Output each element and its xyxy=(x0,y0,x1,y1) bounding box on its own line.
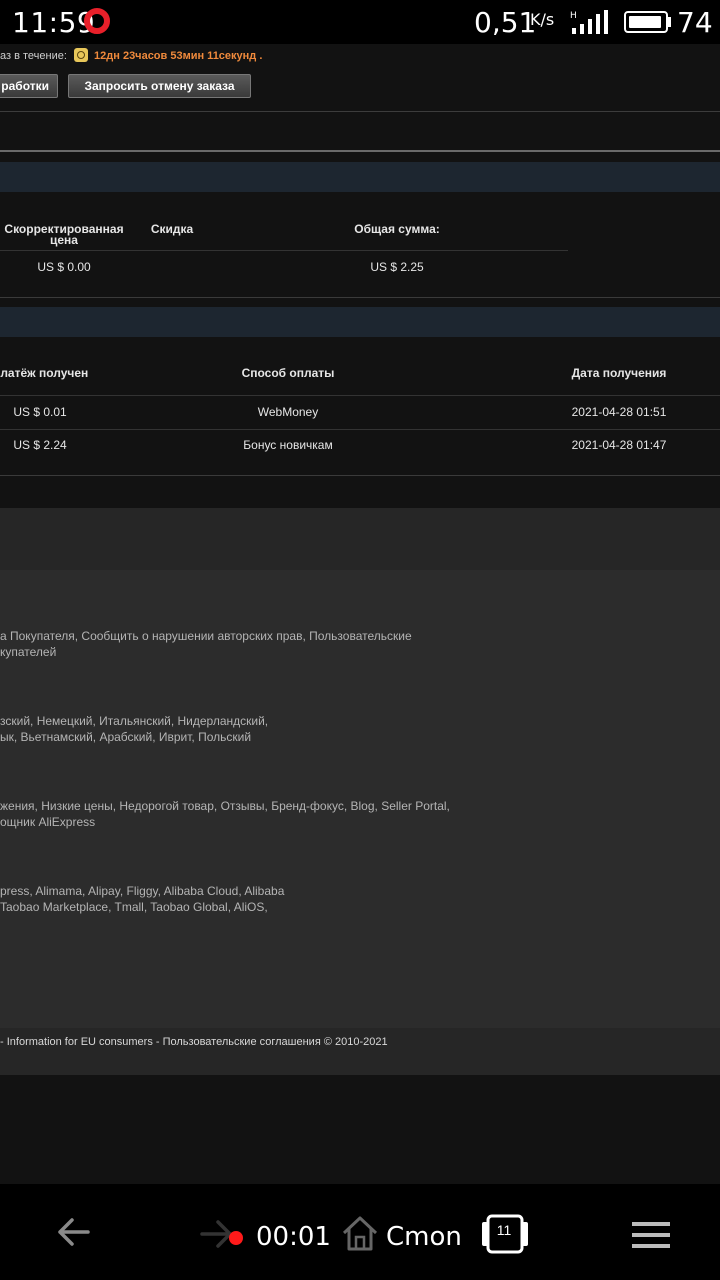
browser-nav-bar: 00:01 Cmon 11 xyxy=(0,1184,720,1280)
payment-date: 2021-04-28 01:51 xyxy=(571,405,667,419)
section-header-band xyxy=(0,162,720,192)
menu-icon[interactable] xyxy=(632,1220,670,1250)
footer-link-line[interactable]: ощник AliExpress xyxy=(0,814,450,830)
network-speed: 0,51 xyxy=(474,6,537,39)
footer-links-help[interactable]: а Покупателя, Сообщить о нарушении автор… xyxy=(0,628,412,660)
divider xyxy=(0,111,720,112)
footer-link-line[interactable]: press, Alimama, Alipay, Fliggy, Alibaba … xyxy=(0,883,284,899)
footer-link-line[interactable]: зский, Немецкий, Итальянский, Нидерландс… xyxy=(0,713,268,729)
divider xyxy=(0,297,720,298)
battery-tip xyxy=(668,17,671,27)
row-divider xyxy=(0,250,568,251)
opera-icon xyxy=(84,8,110,34)
total-value: US $ 2.25 xyxy=(370,260,424,274)
footer-top-band xyxy=(0,508,720,570)
countdown-timer: 12дн 23часов 53мин 11секунд xyxy=(94,50,257,62)
payment-amount: US $ 0.01 xyxy=(13,405,67,419)
footer-link-line[interactable]: жения, Низкие цены, Недорогой товар, Отз… xyxy=(0,798,450,814)
countdown-suffix: . xyxy=(259,50,263,62)
recording-timer: 00:01 xyxy=(256,1222,331,1252)
signal-icon: H xyxy=(570,10,608,34)
footer-link-line[interactable]: купателей xyxy=(0,644,412,660)
footer-links-alibaba-group[interactable]: press, Alimama, Alipay, Fliggy, Alibaba … xyxy=(0,883,284,915)
battery-icon xyxy=(624,11,668,33)
home-label[interactable]: Cmon xyxy=(386,1222,462,1252)
divider xyxy=(0,475,720,476)
payment-method: WebMoney xyxy=(257,405,319,419)
footer-link-line[interactable]: ык, Вьетнамский, Арабский, Иврит, Польск… xyxy=(0,729,268,745)
status-bar: 11:59 0,51 K/s H 74 xyxy=(0,0,720,44)
order-deadline: аз в течение: 12дн 23часов 53мин 11секун… xyxy=(0,48,262,62)
divider xyxy=(0,150,720,152)
row-divider xyxy=(0,429,720,430)
payment-date: 2021-04-28 01:47 xyxy=(571,438,667,452)
forward-record-icon[interactable] xyxy=(200,1214,248,1254)
tabs-count[interactable]: 11 xyxy=(489,1222,519,1238)
header-payment-received: Платёж получен xyxy=(0,366,89,380)
request-cancel-button[interactable]: Запросить отмену заказа xyxy=(68,74,251,98)
header-receipt-date: Дата получения xyxy=(571,366,667,380)
battery-level: 74 xyxy=(677,6,713,39)
network-speed-unit: K/s xyxy=(530,10,555,29)
back-arrow-icon[interactable] xyxy=(54,1212,94,1252)
footer-legal-links[interactable]: - Information for EU consumers - Пользов… xyxy=(0,1036,388,1048)
header-total: Общая сумма: xyxy=(354,222,440,236)
header-adjusted-price: Скорректированная цена xyxy=(4,222,124,247)
footer-links-browse[interactable]: жения, Низкие цены, Недорогой товар, Отз… xyxy=(0,798,450,830)
footer-links-languages[interactable]: зский, Немецкий, Итальянский, Нидерландс… xyxy=(0,713,268,745)
web-page: аз в течение: 12дн 23часов 53мин 11секун… xyxy=(0,44,720,1184)
section-header-band xyxy=(0,307,720,337)
footer-link-line[interactable]: Taobao Marketplace, Tmall, Taobao Global… xyxy=(0,899,284,915)
adjusted-price-value: US $ 0.00 xyxy=(37,260,91,274)
row-divider xyxy=(0,395,720,396)
extend-processing-button[interactable]: работки xyxy=(0,74,58,98)
header-payment-method: Способ оплаты xyxy=(241,366,335,380)
home-icon[interactable] xyxy=(340,1214,380,1252)
payment-amount: US $ 2.24 xyxy=(13,438,67,452)
deadline-label: аз в течение: xyxy=(0,50,67,62)
svg-text:H: H xyxy=(570,11,577,21)
header-discount: Скидка xyxy=(150,222,194,236)
timer-icon xyxy=(73,48,88,62)
status-time: 11:59 xyxy=(12,6,96,39)
footer-link-line[interactable]: а Покупателя, Сообщить о нарушении автор… xyxy=(0,628,412,644)
payment-method: Бонус новичкам xyxy=(243,438,333,452)
